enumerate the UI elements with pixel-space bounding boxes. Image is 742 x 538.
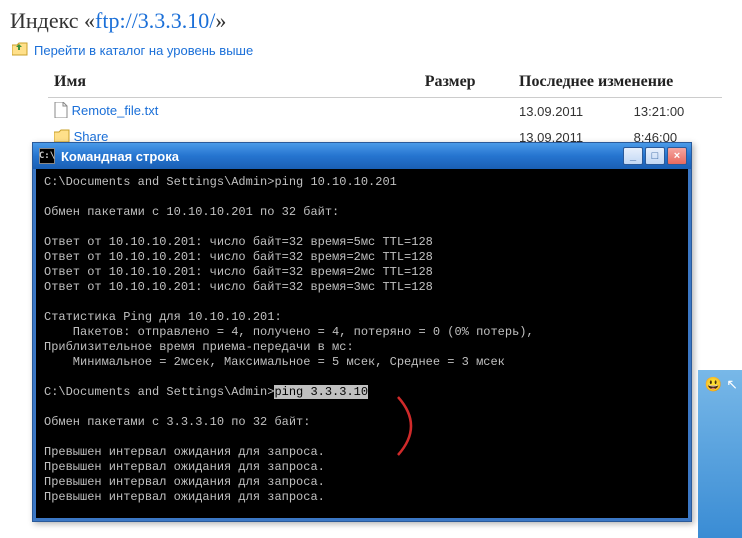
col-name[interactable]: Имя	[48, 69, 419, 98]
page-title: Индекс «ftp://3.3.3.10/»	[0, 0, 742, 38]
up-directory-link[interactable]: Перейти в каталог на уровень выше	[0, 38, 742, 69]
file-date: 13.09.2011	[513, 98, 628, 126]
tray-icons: 😃 ↖	[705, 376, 738, 393]
desktop-background-strip	[698, 370, 742, 538]
window-title: Командная строка	[61, 149, 623, 164]
file-listing-table: Имя Размер Последнее изменение Remote_fi…	[48, 69, 722, 150]
index-suffix: »	[215, 8, 226, 33]
terminal-output[interactable]: C:\Documents and Settings\Admin>ping 10.…	[33, 169, 691, 521]
close-button[interactable]: ×	[667, 147, 687, 165]
cursor-icon[interactable]: ↖	[726, 376, 738, 393]
up-directory-label: Перейти в каталог на уровень выше	[34, 43, 253, 58]
file-time: 13:21:00	[628, 98, 722, 126]
table-row[interactable]: Remote_file.txt 13.09.201113:21:00	[48, 98, 722, 126]
file-icon	[54, 102, 68, 121]
folder-up-icon	[12, 42, 28, 59]
index-url[interactable]: ftp://3.3.3.10/	[95, 8, 215, 33]
index-prefix: Индекс «	[10, 8, 95, 33]
cmd-icon: C:\	[39, 148, 55, 164]
minimize-button[interactable]: _	[623, 147, 643, 165]
annotation-arc-icon	[394, 395, 430, 457]
col-modified[interactable]: Последнее изменение	[513, 69, 722, 98]
col-size[interactable]: Размер	[419, 69, 513, 98]
emoji-icon[interactable]: 😃	[705, 376, 722, 393]
maximize-button[interactable]: □	[645, 147, 665, 165]
file-size	[419, 98, 513, 126]
command-prompt-window[interactable]: C:\ Командная строка _ □ × C:\Documents …	[32, 142, 692, 522]
file-name: Remote_file.txt	[72, 103, 159, 118]
titlebar[interactable]: C:\ Командная строка _ □ ×	[33, 143, 691, 169]
